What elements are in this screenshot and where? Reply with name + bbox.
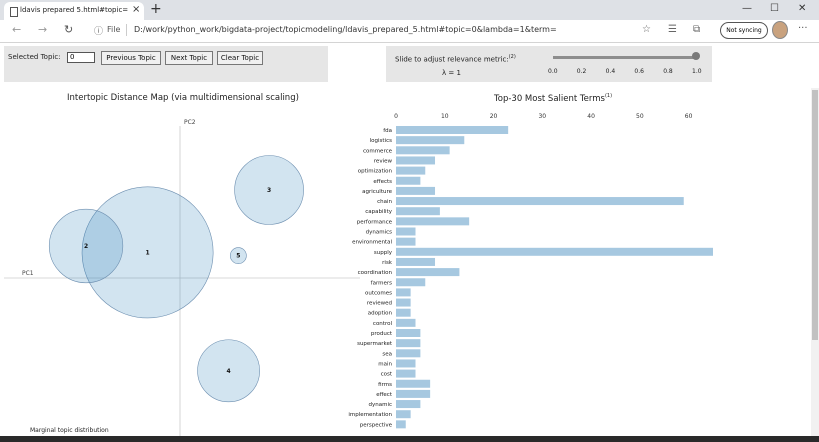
term-label-sea[interactable]: sea xyxy=(382,351,392,357)
term-label-environmental[interactable]: environmental xyxy=(352,240,392,246)
x-tick-label: 30 xyxy=(538,113,546,120)
term-label-fda[interactable]: fda xyxy=(383,128,392,134)
term-label-reviewed[interactable]: reviewed xyxy=(367,301,392,307)
term-label-coordination[interactable]: coordination xyxy=(358,270,393,276)
term-bar-implementation[interactable] xyxy=(396,410,411,419)
pc2-label: PC2 xyxy=(184,119,196,126)
term-label-commerce[interactable]: commerce xyxy=(363,148,393,154)
term-label-implementation[interactable]: implementation xyxy=(348,412,392,418)
term-label-adoption[interactable]: adoption xyxy=(368,311,393,317)
term-label-chain[interactable]: chain xyxy=(377,199,392,205)
term-bar-logistics[interactable] xyxy=(396,136,465,145)
topic-label-4: 4 xyxy=(227,368,231,375)
term-label-risk[interactable]: risk xyxy=(382,260,393,266)
term-bar-supermarket[interactable] xyxy=(396,339,421,348)
pc1-label: PC1 xyxy=(22,270,34,277)
term-label-supermarket[interactable]: supermarket xyxy=(357,341,393,347)
x-tick-label: 0 xyxy=(394,113,398,120)
marginal-topic-label: Marginal topic distribution xyxy=(30,427,109,434)
term-bar-adoption[interactable] xyxy=(396,308,411,317)
term-bar-dynamic[interactable] xyxy=(396,400,421,409)
term-bar-risk[interactable] xyxy=(396,257,436,266)
term-bar-performance[interactable] xyxy=(396,217,470,226)
term-bar-dynamics[interactable] xyxy=(396,227,416,236)
term-bar-reviewed[interactable] xyxy=(396,298,411,307)
term-bar-supply[interactable] xyxy=(396,247,713,256)
x-tick-label: 10 xyxy=(441,113,449,120)
term-bar-effects[interactable] xyxy=(396,176,421,185)
term-bar-product[interactable] xyxy=(396,329,421,337)
term-label-product[interactable]: product xyxy=(371,331,393,337)
term-bar-firms[interactable] xyxy=(396,379,431,388)
term-label-logistics[interactable]: logistics xyxy=(370,138,392,144)
topic-label-2: 2 xyxy=(84,243,88,250)
x-tick-label: 20 xyxy=(490,113,498,120)
term-bar-perspective[interactable] xyxy=(396,420,406,429)
term-bar-control[interactable] xyxy=(396,318,416,327)
term-label-effects[interactable]: effects xyxy=(373,179,392,185)
term-label-optimization[interactable]: optimization xyxy=(358,169,393,175)
term-bar-main[interactable] xyxy=(396,359,416,368)
term-label-control[interactable]: control xyxy=(373,321,393,327)
x-tick-label: 50 xyxy=(636,113,644,120)
term-bar-capability[interactable] xyxy=(396,207,440,216)
term-bar-cost[interactable] xyxy=(396,369,416,378)
term-label-outcomes[interactable]: outcomes xyxy=(365,290,392,296)
term-label-effect[interactable]: effect xyxy=(376,392,393,398)
term-label-capability[interactable]: capability xyxy=(365,209,392,215)
term-label-performance[interactable]: performance xyxy=(357,219,393,225)
term-bar-environmental[interactable] xyxy=(396,237,416,246)
topic-label-5: 5 xyxy=(236,253,240,260)
term-bar-coordination[interactable] xyxy=(396,268,460,277)
bottom-taskbar xyxy=(0,436,819,442)
term-bar-fda[interactable] xyxy=(396,126,509,134)
term-bar-review[interactable] xyxy=(396,156,436,165)
topic-circles: 1 2 3 4 5 xyxy=(48,155,304,403)
term-label-review[interactable]: review xyxy=(374,158,393,164)
term-bar-sea[interactable] xyxy=(396,349,421,358)
term-bar-chain[interactable] xyxy=(396,197,684,206)
term-bar-optimization[interactable] xyxy=(396,166,426,175)
term-label-dynamic[interactable]: dynamic xyxy=(368,402,392,408)
term-bar-effect[interactable] xyxy=(396,389,431,398)
salient-terms-bar-chart: 0 10 20 30 40 50 60 fda logistics commerce review o… xyxy=(348,113,713,429)
x-tick-label: 40 xyxy=(587,113,595,120)
term-label-agriculture[interactable]: agriculture xyxy=(362,189,392,195)
topic-label-3: 3 xyxy=(267,187,271,194)
topic-label-1: 1 xyxy=(146,249,150,256)
term-label-cost[interactable]: cost xyxy=(381,372,393,378)
page-scrollbar-thumb[interactable] xyxy=(812,90,818,340)
term-label-dynamics[interactable]: dynamics xyxy=(366,230,393,236)
term-bar-outcomes[interactable] xyxy=(396,288,411,297)
term-bar-farmers[interactable] xyxy=(396,278,426,287)
x-tick-label: 60 xyxy=(685,113,693,120)
term-bar-agriculture[interactable] xyxy=(396,186,436,195)
term-label-main[interactable]: main xyxy=(378,361,392,367)
term-label-perspective[interactable]: perspective xyxy=(360,422,393,428)
term-label-firms[interactable]: firms xyxy=(378,382,392,388)
intertopic-distance-map: PC2 PC1 1 2 3 4 5 Marginal topic distributio… xyxy=(4,113,713,438)
term-bar-commerce[interactable] xyxy=(396,146,450,155)
term-label-supply[interactable]: supply xyxy=(374,250,393,256)
term-label-farmers[interactable]: farmers xyxy=(371,280,392,286)
